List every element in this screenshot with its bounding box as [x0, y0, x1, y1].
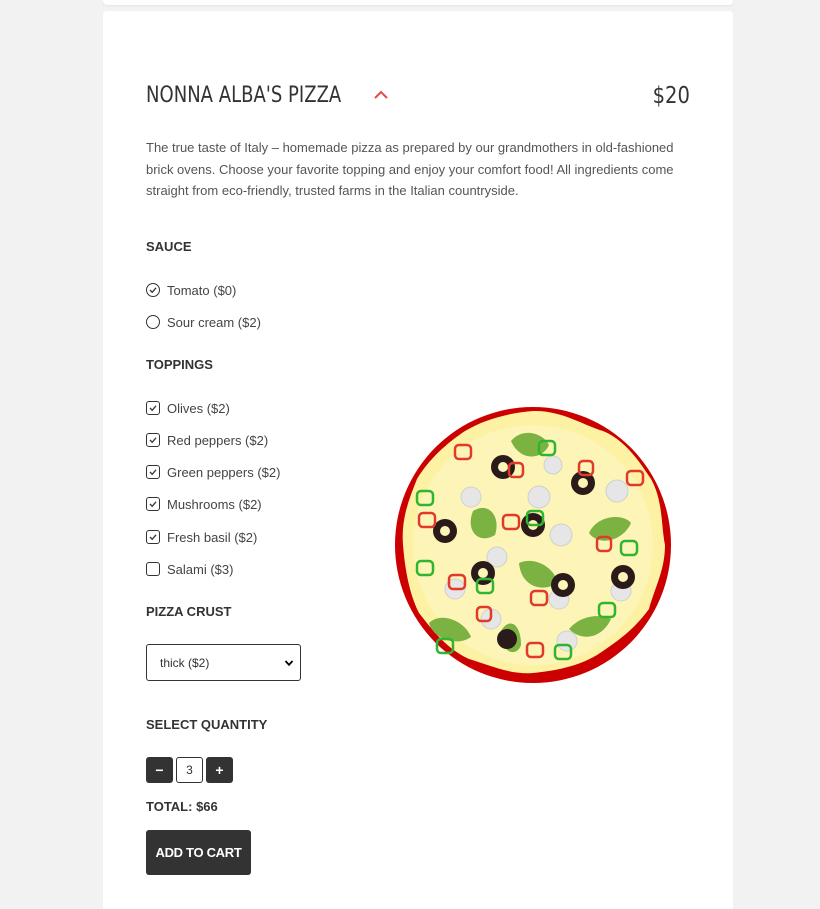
pizza-illustration [395, 407, 671, 683]
topping-option-label: Green peppers ($2) [167, 464, 281, 480]
chevron-down-icon [284, 660, 294, 667]
checkbox-checked-icon[interactable] [146, 465, 160, 479]
previous-card [103, 0, 733, 5]
topping-option-label: Salami ($3) [167, 561, 234, 577]
sauce-option-label: Tomato ($0) [167, 282, 237, 298]
checkbox-checked-icon[interactable] [146, 497, 160, 511]
sauce-label: SAUCE [146, 239, 192, 254]
product-card: NONNA ALBA'S PIZZA $20 The true taste of… [103, 11, 733, 909]
topping-option-red-peppers[interactable]: Red peppers ($2) [146, 431, 268, 449]
topping-option-fresh-basil[interactable]: Fresh basil ($2) [146, 528, 257, 546]
chevron-up-icon[interactable] [371, 87, 391, 103]
topping-option-mushrooms[interactable]: Mushrooms ($2) [146, 495, 262, 513]
add-to-cart-button[interactable]: ADD TO CART [146, 830, 251, 875]
checkbox-unchecked-icon[interactable] [146, 562, 160, 576]
checkbox-checked-icon[interactable] [146, 401, 160, 415]
topping-option-label: Olives ($2) [167, 400, 230, 416]
toppings-label: TOPPINGS [146, 357, 213, 372]
topping-option-label: Red peppers ($2) [167, 432, 269, 448]
product-description: The true taste of Italy – homemade pizza… [146, 140, 674, 198]
crust-select-value: thick ($2) [160, 655, 210, 670]
topping-option-olives[interactable]: Olives ($2) [146, 399, 230, 417]
radio-checked-icon[interactable] [146, 283, 160, 297]
topping-option-green-peppers[interactable]: Green peppers ($2) [146, 463, 280, 481]
quantity-stepper: − 3 + [146, 757, 233, 783]
increment-button[interactable]: + [206, 757, 233, 783]
radio-unchecked-icon[interactable] [146, 315, 160, 329]
checkbox-checked-icon[interactable] [146, 433, 160, 447]
checkbox-checked-icon[interactable] [146, 530, 160, 544]
topping-option-salami[interactable]: Salami ($3) [146, 560, 233, 578]
decrement-button[interactable]: − [146, 757, 173, 783]
sauce-option-tomato[interactable]: Tomato ($0) [146, 281, 236, 299]
quantity-input[interactable]: 3 [176, 757, 203, 783]
quantity-label: SELECT QUANTITY [146, 717, 268, 732]
product-price: $20 [652, 83, 690, 109]
total-price: TOTAL: $66 [146, 799, 218, 814]
crust-label: PIZZA CRUST [146, 604, 232, 619]
topping-option-label: Fresh basil ($2) [167, 529, 258, 545]
sauce-option-label: Sour cream ($2) [167, 314, 261, 330]
topping-option-label: Mushrooms ($2) [167, 496, 262, 512]
product-title: NONNA ALBA'S PIZZA [146, 83, 342, 108]
crust-select[interactable]: thick ($2) [146, 644, 301, 681]
sauce-option-sour-cream[interactable]: Sour cream ($2) [146, 313, 261, 331]
